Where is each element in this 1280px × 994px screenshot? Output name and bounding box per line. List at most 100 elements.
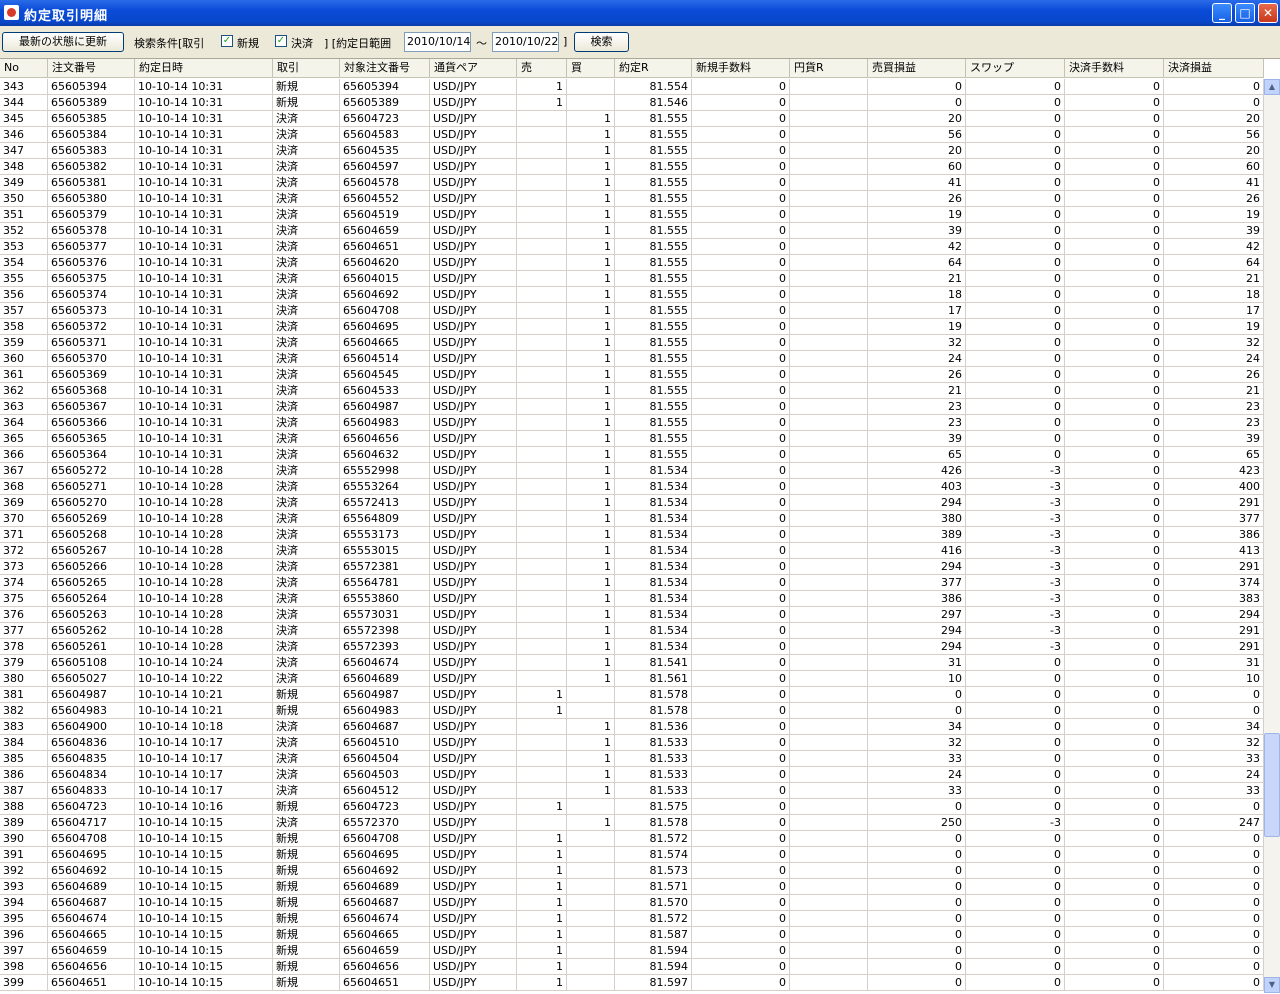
table-row[interactable]: 394 65604687 10-10-14 10:15 新規 65604687 USD/J… [0, 895, 1264, 911]
col-header-exec-time[interactable]: 約定日時 [135, 59, 273, 77]
col-header-currency-pair[interactable]: 通貨ペア [430, 59, 517, 77]
col-header-buy[interactable]: 買 [567, 59, 615, 77]
cell-buy [567, 879, 615, 894]
cell-target-order-no: 65604692 [340, 287, 430, 302]
table-row[interactable]: 373 65605266 10-10-14 10:28 決済 65572381 USD/J… [0, 559, 1264, 575]
table-row[interactable]: 374 65605265 10-10-14 10:28 決済 65564781 USD/J… [0, 575, 1264, 591]
scroll-up-icon[interactable]: ▲ [1264, 79, 1280, 95]
table-row[interactable]: 386 65604834 10-10-14 10:17 決済 65604503 USD/J… [0, 767, 1264, 783]
cell-yen-rate [790, 767, 868, 782]
cell-exec-rate: 81.541 [615, 655, 692, 670]
table-row[interactable]: 364 65605366 10-10-14 10:31 決済 65604983 USD/J… [0, 415, 1264, 431]
col-header-settle-fee[interactable]: 決済手数料 [1065, 59, 1164, 77]
table-row[interactable]: 361 65605369 10-10-14 10:31 決済 65604545 USD/J… [0, 367, 1264, 383]
table-row[interactable]: 365 65605365 10-10-14 10:31 決済 65604656 USD/J… [0, 431, 1264, 447]
table-row[interactable]: 357 65605373 10-10-14 10:31 決済 65604708 USD/J… [0, 303, 1264, 319]
table-row[interactable]: 359 65605371 10-10-14 10:31 決済 65604665 USD/J… [0, 335, 1264, 351]
table-row[interactable]: 381 65604987 10-10-14 10:21 新規 65604987 USD/J… [0, 687, 1264, 703]
table-row[interactable]: 360 65605370 10-10-14 10:31 決済 65604514 USD/J… [0, 351, 1264, 367]
table-row[interactable]: 347 65605383 10-10-14 10:31 決済 65604535 USD/J… [0, 143, 1264, 159]
cell-exec-rate: 81.536 [615, 719, 692, 734]
table-row[interactable]: 399 65604651 10-10-14 10:15 新規 65604651 USD/J… [0, 975, 1264, 991]
table-row[interactable]: 367 65605272 10-10-14 10:28 決済 65552998 USD/J… [0, 463, 1264, 479]
col-header-no[interactable]: No [0, 59, 48, 77]
table-row[interactable]: 354 65605376 10-10-14 10:31 決済 65604620 USD/J… [0, 255, 1264, 271]
table-row[interactable]: 380 65605027 10-10-14 10:22 決済 65604689 USD/J… [0, 671, 1264, 687]
table-row[interactable]: 362 65605368 10-10-14 10:31 決済 65604533 USD/J… [0, 383, 1264, 399]
table-row[interactable]: 395 65604674 10-10-14 10:15 新規 65604674 USD/J… [0, 911, 1264, 927]
col-header-swap[interactable]: スワップ [966, 59, 1065, 77]
table-row[interactable]: 372 65605267 10-10-14 10:28 決済 65553015 USD/J… [0, 543, 1264, 559]
cell-exec-time: 10-10-14 10:18 [135, 719, 273, 734]
close-button[interactable]: ✕ [1258, 3, 1278, 23]
cell-settle-fee: 0 [1065, 959, 1164, 974]
table-row[interactable]: 346 65605384 10-10-14 10:31 決済 65604583 USD/J… [0, 127, 1264, 143]
table-row[interactable]: 363 65605367 10-10-14 10:31 決済 65604987 USD/J… [0, 399, 1264, 415]
table-row[interactable]: 350 65605380 10-10-14 10:31 決済 65604552 USD/J… [0, 191, 1264, 207]
table-row[interactable]: 389 65604717 10-10-14 10:15 決済 65572370 USD/J… [0, 815, 1264, 831]
table-row[interactable]: 370 65605269 10-10-14 10:28 決済 65564809 USD/J… [0, 511, 1264, 527]
table-row[interactable]: 349 65605381 10-10-14 10:31 決済 65604578 USD/J… [0, 175, 1264, 191]
table-row[interactable]: 376 65605263 10-10-14 10:28 決済 65573031 USD/J… [0, 607, 1264, 623]
table-row[interactable]: 352 65605378 10-10-14 10:31 決済 65604659 USD/J… [0, 223, 1264, 239]
table-row[interactable]: 348 65605382 10-10-14 10:31 決済 65604597 USD/J… [0, 159, 1264, 175]
minimize-button[interactable]: _ [1212, 3, 1232, 23]
vertical-scrollbar[interactable]: ▲ ▼ [1264, 79, 1280, 993]
col-header-trade-pl[interactable]: 売買損益 [868, 59, 966, 77]
table-row[interactable]: 377 65605262 10-10-14 10:28 決済 65572398 USD/J… [0, 623, 1264, 639]
table-row[interactable]: 396 65604665 10-10-14 10:15 新規 65604665 USD/J… [0, 927, 1264, 943]
table-row[interactable]: 366 65605364 10-10-14 10:31 決済 65604632 USD/J… [0, 447, 1264, 463]
col-header-trade-type[interactable]: 取引 [273, 59, 340, 77]
col-header-new-fee[interactable]: 新規手数料 [692, 59, 790, 77]
col-header-exec-rate[interactable]: 約定R [615, 59, 692, 77]
table-row[interactable]: 358 65605372 10-10-14 10:31 決済 65604695 USD/J… [0, 319, 1264, 335]
cell-settle-fee: 0 [1065, 335, 1164, 350]
search-button[interactable]: 検索 [574, 32, 629, 52]
table-row[interactable]: 353 65605377 10-10-14 10:31 決済 65604651 USD/J… [0, 239, 1264, 255]
table-row[interactable]: 398 65604656 10-10-14 10:15 新規 65604656 USD/J… [0, 959, 1264, 975]
refresh-button[interactable]: 最新の状態に更新 [2, 32, 124, 52]
maximize-button[interactable]: □ [1235, 3, 1255, 23]
cell-target-order-no: 65604512 [340, 783, 430, 798]
table-row[interactable]: 391 65604695 10-10-14 10:15 新規 65604695 USD/J… [0, 847, 1264, 863]
table-row[interactable]: 368 65605271 10-10-14 10:28 決済 65553264 USD/J… [0, 479, 1264, 495]
table-row[interactable]: 356 65605374 10-10-14 10:31 決済 65604692 USD/J… [0, 287, 1264, 303]
cell-trade-pl: 34 [868, 719, 966, 734]
cell-trade-type: 決済 [273, 415, 340, 430]
table-row[interactable]: 384 65604836 10-10-14 10:17 決済 65604510 USD/J… [0, 735, 1264, 751]
table-row[interactable]: 369 65605270 10-10-14 10:28 決済 65572413 USD/J… [0, 495, 1264, 511]
table-row[interactable]: 397 65604659 10-10-14 10:15 新規 65604659 USD/J… [0, 943, 1264, 959]
scroll-thumb[interactable] [1264, 733, 1280, 837]
table-row[interactable]: 343 65605394 10-10-14 10:31 新規 65605394 USD/J… [0, 79, 1264, 95]
settle-checkbox[interactable]: ✓ [275, 35, 287, 47]
cell-settle-fee: 0 [1065, 655, 1164, 670]
table-row[interactable]: 375 65605264 10-10-14 10:28 決済 65553860 USD/J… [0, 591, 1264, 607]
col-header-sell[interactable]: 売 [517, 59, 567, 77]
cell-settle-pl: 39 [1164, 431, 1264, 446]
table-row[interactable]: 379 65605108 10-10-14 10:24 決済 65604674 USD/J… [0, 655, 1264, 671]
table-row[interactable]: 344 65605389 10-10-14 10:31 新規 65605389 USD/J… [0, 95, 1264, 111]
table-row[interactable]: 385 65604835 10-10-14 10:17 決済 65604504 USD/J… [0, 751, 1264, 767]
table-row[interactable]: 387 65604833 10-10-14 10:17 決済 65604512 USD/J… [0, 783, 1264, 799]
table-row[interactable]: 382 65604983 10-10-14 10:21 新規 65604983 USD/J… [0, 703, 1264, 719]
col-header-target-order-no[interactable]: 対象注文番号 [340, 59, 430, 77]
table-row[interactable]: 392 65604692 10-10-14 10:15 新規 65604692 USD/J… [0, 863, 1264, 879]
cell-exec-time: 10-10-14 10:31 [135, 111, 273, 126]
new-checkbox[interactable]: ✓ [221, 35, 233, 47]
table-row[interactable]: 388 65604723 10-10-14 10:16 新規 65604723 USD/J… [0, 799, 1264, 815]
table-row[interactable]: 355 65605375 10-10-14 10:31 決済 65604015 USD/J… [0, 271, 1264, 287]
table-row[interactable]: 378 65605261 10-10-14 10:28 決済 65572393 USD/J… [0, 639, 1264, 655]
col-header-order-no[interactable]: 注文番号 [48, 59, 135, 77]
table-row[interactable]: 371 65605268 10-10-14 10:28 決済 65553173 USD/J… [0, 527, 1264, 543]
col-header-yen-rate[interactable]: 円貨R [790, 59, 868, 77]
table-row[interactable]: 351 65605379 10-10-14 10:31 決済 65604519 USD/J… [0, 207, 1264, 223]
date-from-field[interactable]: 2010/10/14 [404, 32, 471, 52]
table-row[interactable]: 393 65604689 10-10-14 10:15 新規 65604689 USD/J… [0, 879, 1264, 895]
col-header-settle-pl[interactable]: 決済損益 [1164, 59, 1264, 77]
scroll-down-icon[interactable]: ▼ [1264, 977, 1280, 993]
table-row[interactable]: 345 65605385 10-10-14 10:31 決済 65604723 USD/J… [0, 111, 1264, 127]
date-to-field[interactable]: 2010/10/22 [492, 32, 559, 52]
table-row[interactable]: 390 65604708 10-10-14 10:15 新規 65604708 USD/J… [0, 831, 1264, 847]
cell-currency-pair: USD/JPY [430, 735, 517, 750]
table-row[interactable]: 383 65604900 10-10-14 10:18 決済 65604687 USD/J… [0, 719, 1264, 735]
